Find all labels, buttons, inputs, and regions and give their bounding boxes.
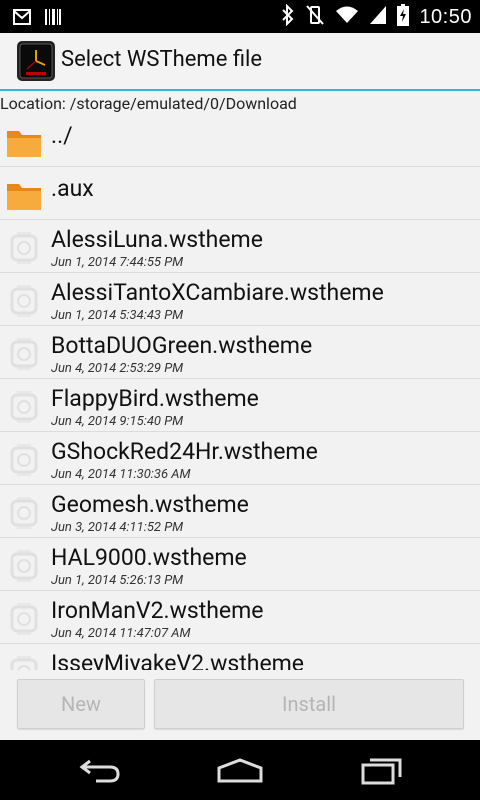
action-bar: Select WSTheme file	[0, 33, 480, 90]
file-name: FlappyBird.wstheme	[51, 385, 259, 412]
status-bar: 10:50	[0, 0, 480, 33]
screen: 10:50 Select WSTheme file Location: /sto…	[0, 0, 480, 800]
button-bar: New Install	[0, 672, 480, 740]
gmail-icon	[12, 7, 32, 31]
location-path: Location: /storage/emulated/0/Download	[0, 94, 297, 113]
file-date: Jun 4, 2014 11:47:07 AM	[51, 626, 191, 641]
file-date: Jun 1, 2014 5:26:13 PM	[51, 573, 184, 588]
file-name: Geomesh.wstheme	[51, 491, 249, 518]
watch-file-icon	[6, 444, 42, 476]
back-icon[interactable]	[70, 752, 130, 788]
file-date: Jun 4, 2014 9:15:40 PM	[51, 414, 184, 429]
file-item[interactable]: FlappyBird.wstheme Jun 4, 2014 9:15:40 P…	[0, 379, 480, 432]
file-item[interactable]: AlessiLuna.wstheme Jun 1, 2014 7:44:55 P…	[0, 220, 480, 273]
file-item[interactable]: HAL9000.wstheme Jun 1, 2014 5:26:13 PM	[0, 538, 480, 591]
file-list[interactable]: ../ .aux AlessiLuna.wstheme Jun 1, 2014 …	[0, 114, 480, 670]
file-date: Jun 4, 2014 11:30:36 AM	[51, 467, 191, 482]
signal-icon	[369, 5, 387, 29]
watch-file-icon	[6, 391, 42, 423]
file-date: Jun 1, 2014 5:34:43 PM	[51, 308, 184, 323]
watch-file-icon	[6, 232, 42, 264]
folder-icon	[6, 179, 42, 211]
folder-name: .aux	[51, 175, 94, 202]
folder-icon	[6, 126, 42, 158]
watch-file-icon	[6, 285, 42, 317]
watch-file-icon	[6, 338, 42, 370]
wifi-icon	[335, 5, 359, 29]
watch-file-icon	[6, 550, 42, 582]
file-item[interactable]: IronManV2.wstheme Jun 4, 2014 11:47:07 A…	[0, 591, 480, 644]
home-icon[interactable]	[210, 752, 270, 788]
file-name: AlessiTantoXCambiare.wstheme	[51, 279, 384, 306]
file-name: GShockRed24Hr.wstheme	[51, 438, 318, 465]
file-date: Jun 3, 2014 4:11:52 PM	[51, 520, 184, 535]
folder-name: ../	[51, 122, 73, 149]
action-bar-divider	[0, 89, 480, 91]
install-button[interactable]: Install	[154, 679, 464, 729]
file-item[interactable]: IsseyMiyakeV2.wstheme	[0, 644, 480, 670]
file-item[interactable]: Geomesh.wstheme Jun 3, 2014 4:11:52 PM	[0, 485, 480, 538]
battery-charging-icon	[397, 4, 410, 30]
file-date: Jun 1, 2014 7:44:55 PM	[51, 255, 184, 270]
file-name: IronManV2.wstheme	[51, 597, 264, 624]
file-date: Jun 4, 2014 2:53:29 PM	[51, 361, 184, 376]
bluetooth-icon	[281, 3, 295, 30]
new-button[interactable]: New	[17, 679, 145, 729]
file-name: IsseyMiyakeV2.wstheme	[51, 650, 304, 670]
folder-item-aux[interactable]: .aux	[0, 167, 480, 220]
barcode-icon	[44, 7, 62, 31]
folder-item-parent[interactable]: ../	[0, 114, 480, 167]
watch-file-icon	[6, 497, 42, 529]
file-name: BottaDUOGreen.wstheme	[51, 332, 313, 359]
file-item[interactable]: AlessiTantoXCambiare.wstheme Jun 1, 2014…	[0, 273, 480, 326]
watch-app-icon[interactable]	[17, 41, 55, 81]
file-name: HAL9000.wstheme	[51, 544, 247, 571]
file-item[interactable]: GShockRed24Hr.wstheme Jun 4, 2014 11:30:…	[0, 432, 480, 485]
watch-file-icon	[6, 603, 42, 635]
file-item[interactable]: BottaDUOGreen.wstheme Jun 4, 2014 2:53:2…	[0, 326, 480, 379]
status-time: 10:50	[419, 5, 472, 28]
watch-file-icon	[6, 656, 42, 670]
file-name: AlessiLuna.wstheme	[51, 226, 263, 253]
recent-apps-icon[interactable]	[352, 752, 412, 788]
navigation-bar	[0, 740, 480, 800]
vibrate-muted-icon	[305, 4, 325, 30]
page-title: Select WSTheme file	[61, 47, 263, 72]
